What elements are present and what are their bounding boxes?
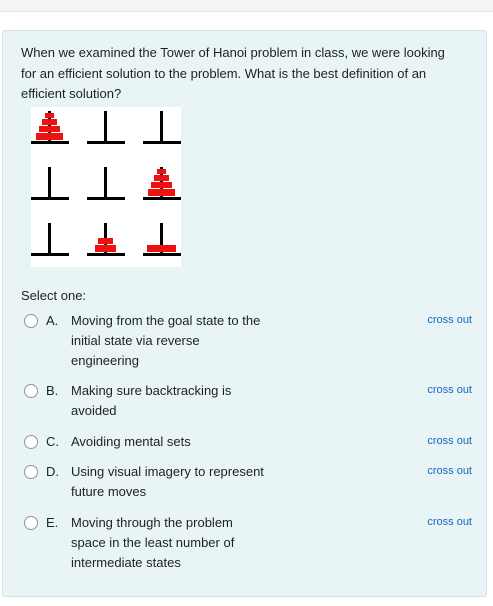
option-text: Moving through the problem space in the … bbox=[71, 515, 235, 570]
radio-button[interactable] bbox=[24, 314, 38, 328]
option-letter: D. bbox=[46, 464, 59, 479]
cross-out-link[interactable]: cross out bbox=[427, 381, 472, 399]
cross-out-link[interactable]: cross out bbox=[427, 462, 472, 480]
radio-button[interactable] bbox=[24, 384, 38, 398]
question-text: When we examined the Tower of Hanoi prob… bbox=[21, 45, 445, 101]
radio-button[interactable] bbox=[24, 435, 38, 449]
cross-out-link[interactable]: cross out bbox=[427, 513, 472, 531]
option-text: Moving from the goal state to the initia… bbox=[71, 313, 261, 368]
option-text: Making sure backtracking is avoided bbox=[71, 383, 232, 418]
top-bar bbox=[0, 0, 493, 12]
option-text: Avoiding mental sets bbox=[71, 434, 191, 449]
option-letter: B. bbox=[46, 383, 59, 398]
option-letter: C. bbox=[46, 434, 59, 449]
hanoi-row-2 bbox=[31, 167, 181, 200]
hanoi-row-3 bbox=[31, 223, 181, 256]
cross-out-link[interactable]: cross out bbox=[427, 432, 472, 450]
tower-of-hanoi-image bbox=[31, 107, 181, 267]
hanoi-row-1 bbox=[31, 111, 181, 144]
radio-button[interactable] bbox=[24, 516, 38, 530]
option-letter: A. bbox=[46, 313, 59, 328]
option-text: Using visual imagery to represent future… bbox=[71, 464, 264, 499]
option-letter: E. bbox=[46, 515, 59, 530]
cross-out-link[interactable]: cross out bbox=[427, 311, 472, 329]
radio-button[interactable] bbox=[24, 465, 38, 479]
select-one-label: Select one: bbox=[21, 288, 87, 303]
